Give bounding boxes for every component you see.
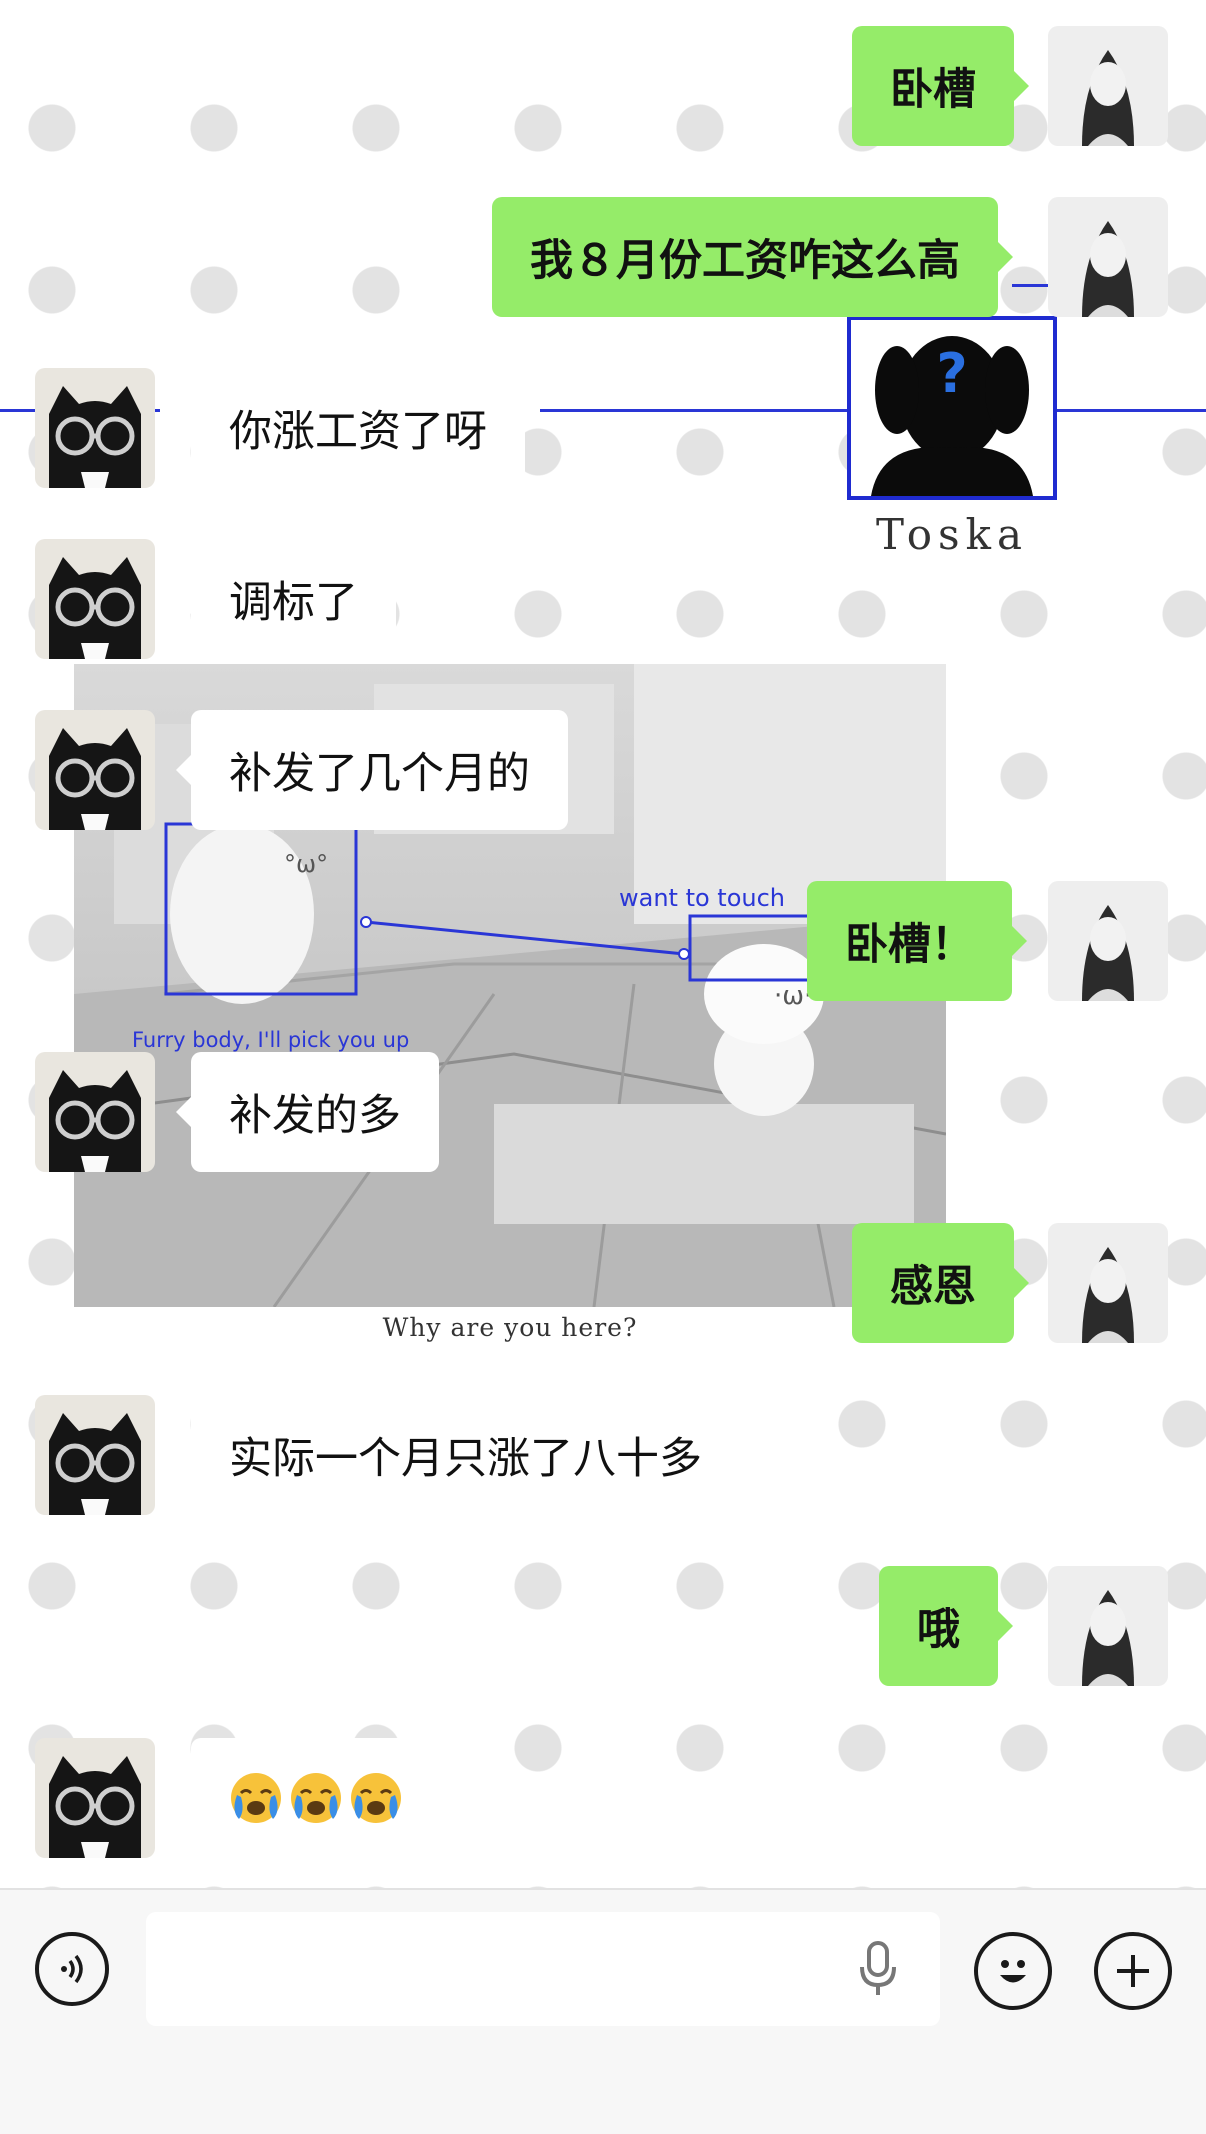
my-avatar[interactable] [1048, 1223, 1168, 1343]
chat-area: ? Toska °ω° ·ω· want to touch Furry body… [0, 0, 1206, 1888]
message-input[interactable] [146, 1912, 940, 2026]
loudly-crying-face-icon [351, 1773, 401, 1823]
message-bubble-incoming[interactable]: 实际一个月只涨了八十多 [176, 1395, 740, 1515]
svg-text:°ω°: °ω° [284, 850, 328, 878]
my-avatar[interactable] [1048, 881, 1168, 1001]
message-bubble-outgoing[interactable]: 卧槽！ [807, 881, 1027, 1001]
contact-avatar[interactable] [35, 710, 155, 830]
message-bubble-incoming[interactable]: 补发的多 [176, 1052, 439, 1172]
message-text: 实际一个月只涨了八十多 [229, 1434, 702, 1484]
scene-label-left: Furry body, I'll pick you up [132, 1028, 410, 1052]
plus-button[interactable] [1094, 1932, 1172, 2010]
message-bubble-incoming[interactable] [176, 1738, 447, 1858]
overlay-line-middle [540, 409, 850, 412]
contact-avatar[interactable] [35, 539, 155, 659]
message-text: 我８月份工资咋这么高 [530, 236, 960, 286]
message-text: 补发的多 [229, 1091, 401, 1141]
contact-avatar[interactable] [35, 1395, 155, 1515]
my-avatar[interactable] [1048, 26, 1168, 146]
voice-button[interactable] [35, 1932, 109, 2006]
my-avatar[interactable] [1048, 1566, 1168, 1686]
microphone-icon[interactable] [854, 1939, 902, 1999]
message-bubble-incoming[interactable]: 调标了 [176, 539, 396, 659]
message-text: 调标了 [229, 578, 358, 628]
voice-icon [61, 1954, 83, 1984]
message-text: 哦 [917, 1605, 960, 1655]
emoji-button[interactable] [974, 1932, 1052, 2010]
message-text: 卧槽 [890, 65, 976, 115]
scene-caption: Why are you here? [382, 1313, 638, 1342]
message-bubble-outgoing[interactable]: 我８月份工资咋这么高 [492, 197, 1013, 317]
input-bar [0, 1888, 1206, 2134]
message-text: 感恩 [890, 1262, 976, 1312]
toska-silhouette-image: ? [847, 316, 1057, 500]
message-bubble-incoming[interactable]: 补发了几个月的 [176, 710, 568, 830]
message-text: 你涨工资了呀 [229, 407, 487, 457]
plus-icon [1117, 1955, 1149, 1987]
contact-avatar[interactable] [35, 368, 155, 488]
svg-text:?: ? [936, 342, 967, 405]
message-bubble-outgoing[interactable]: 哦 [879, 1566, 1013, 1686]
message-text: 补发了几个月的 [229, 749, 530, 799]
overlay-line-right [1056, 409, 1206, 412]
loudly-crying-face-icon [291, 1773, 341, 1823]
message-bubble-outgoing[interactable]: 卧槽 [852, 26, 1029, 146]
message-bubble-outgoing[interactable]: 感恩 [852, 1223, 1029, 1343]
contact-avatar[interactable] [35, 1738, 155, 1858]
contact-avatar[interactable] [35, 1052, 155, 1172]
my-avatar[interactable] [1048, 197, 1168, 317]
message-text: 卧槽！ [845, 920, 974, 970]
message-bubble-incoming[interactable]: 你涨工资了呀 [176, 368, 525, 488]
loudly-crying-face-icon [231, 1773, 281, 1823]
scene-label-right: want to touch [619, 884, 786, 912]
emoji-icon [1000, 1960, 1026, 1983]
toska-label: Toska [875, 510, 1029, 559]
